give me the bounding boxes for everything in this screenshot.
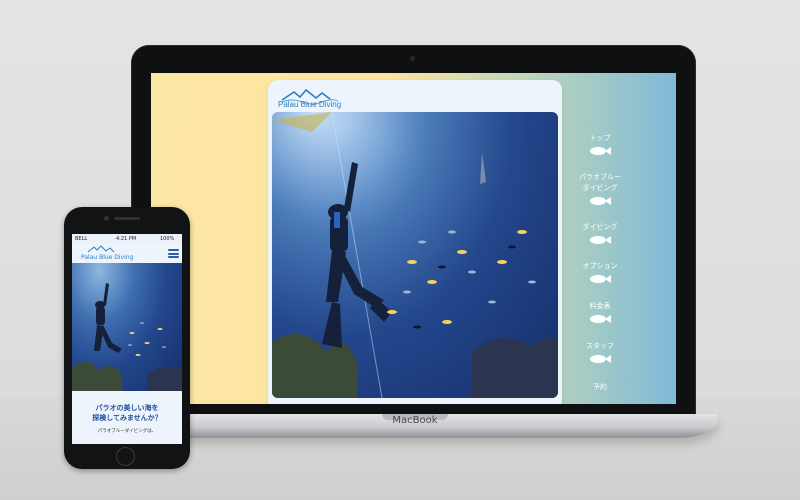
nav-item-options[interactable]: オプション [571, 261, 629, 284]
phone-home-button[interactable] [116, 447, 135, 466]
laptop-camera [410, 56, 415, 61]
site-main-card: Palau Blue Diving [268, 80, 562, 404]
status-time: 4:21 PM [116, 236, 137, 242]
nav-label-palau-blue-diving-2: ダイビング [582, 184, 618, 192]
nav-label-reservation: 予約 [593, 383, 607, 391]
laptop-screen: Palau Blue Diving トップ パラオブルー ダイビング ダイビング… [151, 73, 676, 404]
phone-intro-text: パラオブルーダイビングは、 [97, 429, 157, 434]
phone-speaker [114, 217, 140, 220]
hamburger-menu-icon[interactable] [168, 249, 179, 258]
nav-label-options: オプション [582, 262, 618, 270]
fish-icon [590, 355, 611, 363]
status-battery: 100% [160, 236, 175, 242]
nav-label-staff: スタッフ [586, 342, 614, 350]
fish-icon [590, 147, 611, 155]
underwater-scene-illustration [272, 112, 558, 398]
laptop-base: MacBook [112, 414, 718, 438]
phone-hero-diver-photo [72, 263, 182, 391]
nav-item-staff[interactable]: スタッフ [571, 341, 629, 364]
phone-front-camera [104, 216, 109, 221]
smartphone: BELL 4:21 PM 100% Palau Blue Diving パラオの… [64, 207, 190, 469]
phone-site-header: Palau Blue Diving [72, 243, 182, 263]
fish-icon [590, 197, 611, 205]
nav-label-pricing: 料金表 [589, 302, 611, 310]
phone-screen: BELL 4:21 PM 100% Palau Blue Diving パラオの… [72, 234, 182, 444]
nav-label-diving: ダイビング [582, 223, 618, 231]
nav-label-top: トップ [589, 134, 611, 142]
fish-icon [590, 275, 611, 283]
site-logo-text[interactable]: Palau Blue Diving [278, 100, 341, 109]
nav-label-palau-blue-diving-1: パラオブルー [579, 173, 621, 181]
phone-intro-section: パラオの美しい海を 探検してみませんか？ パラオブルーダイビングは、 [72, 391, 182, 444]
phone-headline: パラオの美しい海を 探検してみませんか？ [72, 403, 182, 423]
phone-headline-line-2: 探検してみませんか？ [92, 414, 162, 422]
nav-item-palau-blue-diving[interactable]: パラオブルー ダイビング [571, 172, 629, 206]
nav-item-reservation[interactable]: 予約 [571, 382, 629, 393]
nav-item-pricing[interactable]: 料金表 [571, 301, 629, 324]
phone-headline-line-1: パラオの美しい海を [95, 404, 159, 412]
logo-waves-icon[interactable] [86, 244, 126, 254]
underwater-scene-illustration [72, 283, 182, 391]
nav-item-diving[interactable]: ダイビング [571, 222, 629, 245]
nav-item-top[interactable]: トップ [571, 133, 629, 156]
laptop: Palau Blue Diving トップ パラオブルー ダイビング ダイビング… [131, 45, 696, 415]
phone-logo-text[interactable]: Palau Blue Diving [81, 254, 133, 261]
laptop-brand-label: MacBook [392, 415, 438, 426]
phone-status-bar: BELL 4:21 PM 100% [72, 234, 182, 243]
status-carrier: BELL [75, 236, 88, 242]
fish-icon [590, 315, 611, 323]
hero-diver-photo [272, 112, 558, 398]
fish-icon [590, 236, 611, 244]
